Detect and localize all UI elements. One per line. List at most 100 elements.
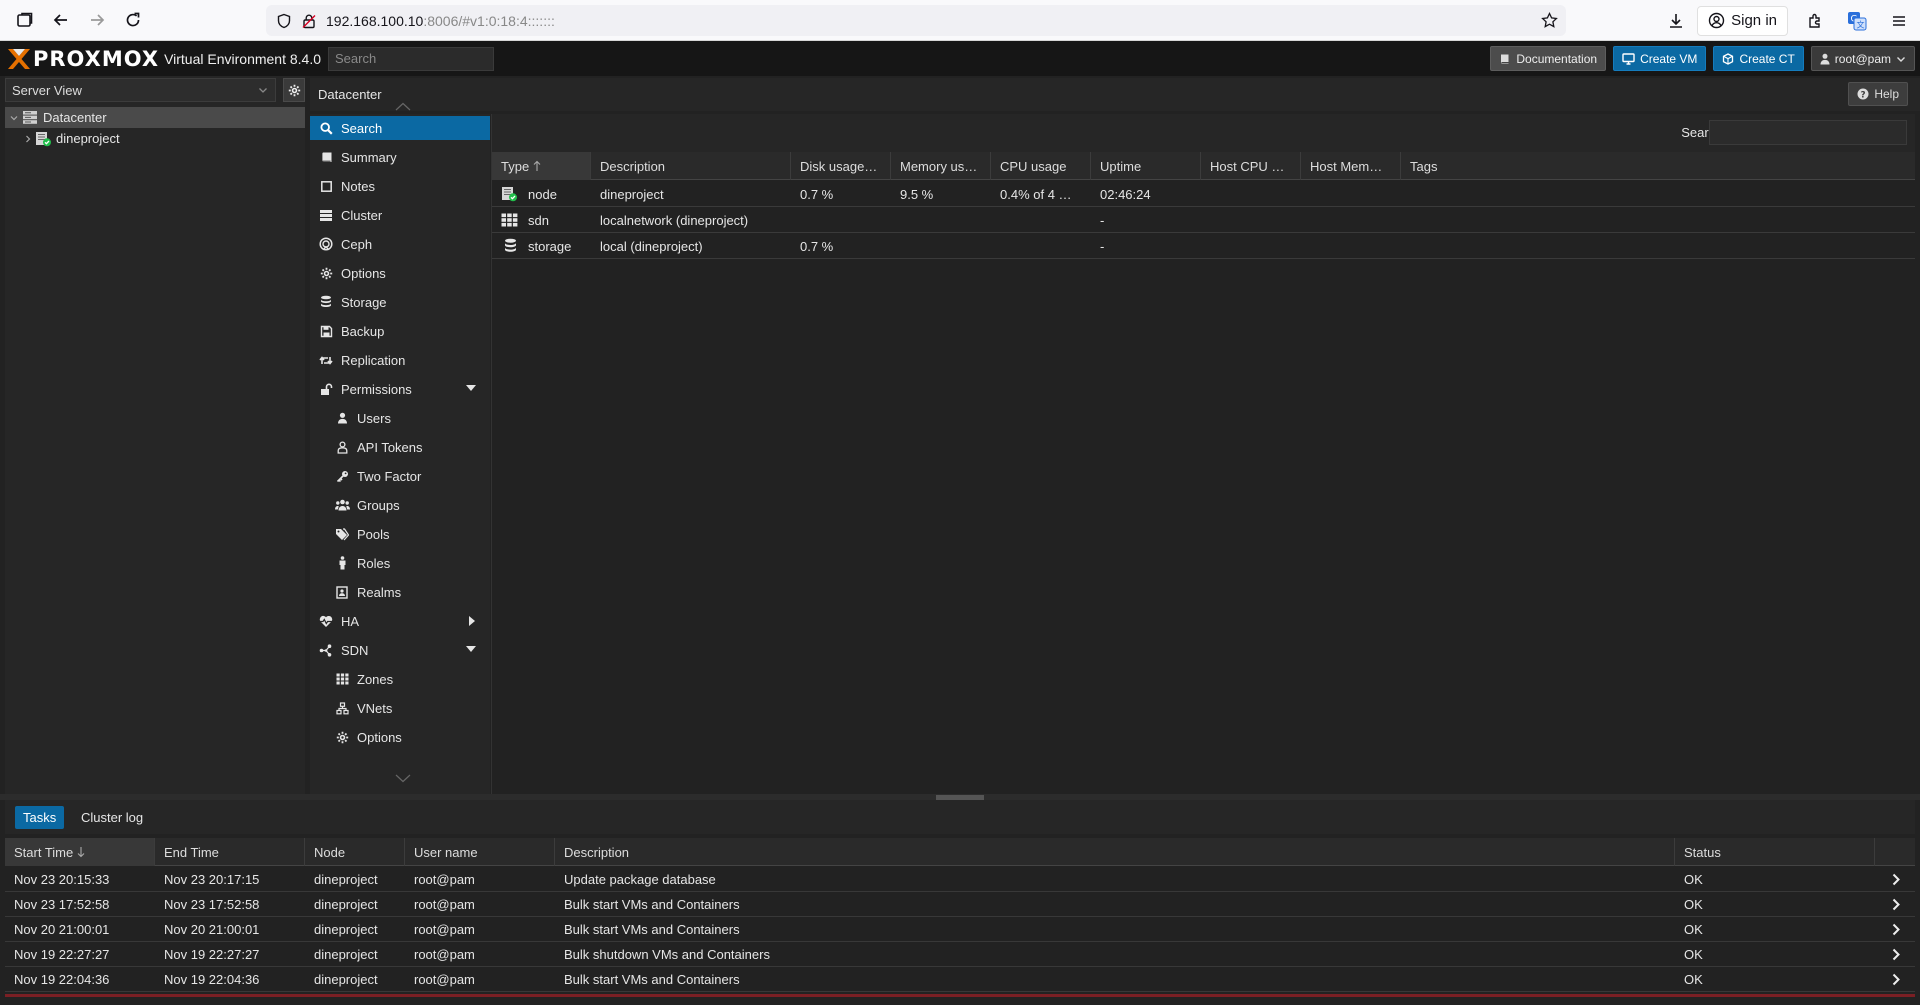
grid-row[interactable]: sdn localnetwork (dineproject) - bbox=[492, 207, 1915, 233]
column-header-host-memory[interactable]: Host Mem… bbox=[1301, 152, 1401, 180]
column-header-node[interactable]: Node bbox=[305, 838, 405, 866]
view-selector[interactable]: Server View bbox=[5, 78, 276, 102]
column-header-cpu-usage[interactable]: CPU usage bbox=[991, 152, 1091, 180]
menu-item-search[interactable]: Search bbox=[310, 116, 490, 140]
pve-header: PROXMOX Virtual Environment 8.4.0 Docume… bbox=[0, 41, 1920, 76]
grid-row[interactable]: storage local (dineproject) 0.7 % - bbox=[492, 233, 1915, 259]
menu-item-replication[interactable]: Replication bbox=[310, 348, 490, 372]
task-row[interactable]: Nov 23 17:52:58 Nov 23 17:52:58 dineproj… bbox=[5, 892, 1915, 917]
chevron-right-icon[interactable] bbox=[1892, 873, 1901, 886]
task-status: OK bbox=[1684, 872, 1703, 887]
chevron-right-icon[interactable] bbox=[1892, 898, 1901, 911]
menu-item-roles[interactable]: Roles bbox=[310, 551, 490, 575]
caret-down-icon[interactable] bbox=[466, 385, 476, 392]
column-header-start-time[interactable]: Start Time bbox=[5, 838, 155, 866]
column-label: Node bbox=[314, 844, 346, 860]
menu-item-ceph[interactable]: Ceph bbox=[310, 232, 490, 256]
documentation-button[interactable]: Documentation bbox=[1490, 46, 1607, 71]
column-header-user-name[interactable]: User name bbox=[405, 838, 555, 866]
user-menu-button[interactable]: root@pam bbox=[1810, 46, 1915, 71]
menu-item-api-tokens[interactable]: API Tokens bbox=[310, 435, 490, 459]
menu-item-groups[interactable]: Groups bbox=[310, 493, 490, 517]
task-row[interactable]: Nov 20 21:00:01 Nov 20 21:00:01 dineproj… bbox=[5, 917, 1915, 942]
shield-icon[interactable] bbox=[276, 13, 292, 29]
column-header-uptime[interactable]: Uptime bbox=[1091, 152, 1201, 180]
sign-in-button[interactable]: Sign in bbox=[1697, 5, 1788, 36]
database-icon bbox=[318, 294, 334, 310]
bookmark-star-icon[interactable] bbox=[1541, 12, 1558, 29]
downloads-icon[interactable] bbox=[1661, 6, 1691, 36]
column-label: Description bbox=[600, 158, 666, 174]
menu-icon[interactable] bbox=[1884, 6, 1914, 36]
grid-row[interactable]: node dineproject 0.7 % 9.5 % 0.4% of 4 …… bbox=[492, 181, 1915, 207]
create-ct-button[interactable]: Create CT bbox=[1713, 46, 1804, 71]
menu-item-label: Options bbox=[341, 265, 386, 281]
help-button[interactable]: ? Help bbox=[1848, 82, 1908, 106]
chevron-down-icon[interactable] bbox=[257, 84, 269, 96]
column-header-memory-usage[interactable]: Memory us… bbox=[891, 152, 991, 180]
sort-descending-icon bbox=[77, 846, 85, 858]
menu-item-realms[interactable]: Realms bbox=[310, 580, 490, 604]
lock-icon[interactable] bbox=[301, 13, 317, 29]
chevron-right-icon[interactable] bbox=[1892, 923, 1901, 936]
menu-item-ha[interactable]: HA bbox=[310, 609, 490, 633]
menu-item-two-factor[interactable]: Two Factor bbox=[310, 464, 490, 488]
ceph-icon bbox=[318, 236, 334, 252]
menu-item-permissions[interactable]: Permissions bbox=[310, 377, 490, 401]
task-row[interactable]: Nov 23 20:15:33 Nov 23 20:17:15 dineproj… bbox=[5, 867, 1915, 892]
task-user: root@pam bbox=[414, 897, 475, 912]
back-icon[interactable] bbox=[46, 5, 76, 35]
tab-tasks[interactable]: Tasks bbox=[15, 806, 65, 829]
menu-item-storage[interactable]: Storage bbox=[310, 290, 490, 314]
grid-search-input[interactable] bbox=[1709, 120, 1907, 145]
menu-item-sdn[interactable]: SDN bbox=[310, 638, 490, 662]
column-header-description[interactable]: Description bbox=[591, 152, 791, 180]
task-user: root@pam bbox=[414, 972, 475, 987]
global-search-input[interactable] bbox=[328, 46, 495, 71]
task-row[interactable]: Nov 19 22:27:27 Nov 19 22:27:27 dineproj… bbox=[5, 942, 1915, 967]
proxmox-logo: PROXMOX bbox=[7, 41, 159, 76]
column-header-description[interactable]: Description bbox=[555, 838, 1675, 866]
datacenter-icon bbox=[22, 110, 38, 125]
create-vm-button[interactable]: Create VM bbox=[1613, 46, 1707, 71]
task-row[interactable]: Nov 19 22:04:36 Nov 19 22:04:36 dineproj… bbox=[5, 967, 1915, 992]
menu-item-vnets[interactable]: VNets bbox=[310, 696, 490, 720]
menu-item-options[interactable]: Options bbox=[310, 261, 490, 285]
tab-cluster-log[interactable]: Cluster log bbox=[73, 806, 151, 829]
caret-down-icon[interactable] bbox=[466, 646, 476, 653]
caret-right-icon[interactable] bbox=[469, 616, 476, 626]
column-header-status[interactable]: Status bbox=[1675, 838, 1875, 866]
column-header-disk-usage[interactable]: Disk usage… bbox=[791, 152, 891, 180]
menu-item-sdn-options[interactable]: Options bbox=[310, 725, 490, 749]
resource-tree-panel: Server View Datacenter dineproject bbox=[5, 76, 305, 794]
menu-scroll-down-icon[interactable] bbox=[395, 774, 411, 783]
chevron-right-icon[interactable] bbox=[1892, 973, 1901, 986]
chevron-right-icon[interactable] bbox=[1892, 948, 1901, 961]
column-header-end-time[interactable]: End Time bbox=[155, 838, 305, 866]
extensions-icon[interactable] bbox=[1800, 6, 1830, 36]
menu-item-label: Ceph bbox=[341, 236, 373, 252]
tree-node-dineproject[interactable]: dineproject bbox=[5, 128, 305, 149]
menu-item-cluster[interactable]: Cluster bbox=[310, 203, 490, 227]
menu-item-backup[interactable]: Backup bbox=[310, 319, 490, 343]
reload-icon[interactable] bbox=[118, 5, 148, 35]
forward-icon[interactable] bbox=[82, 5, 112, 35]
row-memory: 9.5 % bbox=[900, 186, 934, 202]
column-header-host-cpu[interactable]: Host CPU … bbox=[1201, 152, 1301, 180]
menu-item-notes[interactable]: Notes bbox=[310, 174, 490, 198]
sdn-icon bbox=[318, 642, 334, 658]
menu-scroll-up-icon[interactable] bbox=[395, 102, 411, 111]
tab-list-icon[interactable] bbox=[10, 5, 40, 35]
tree-node-datacenter[interactable]: Datacenter bbox=[5, 107, 305, 128]
address-bar[interactable]: 192.168.100.10:8006/#v1:0:18:4::::::: bbox=[266, 5, 1566, 36]
column-header-type[interactable]: Type bbox=[492, 152, 591, 180]
menu-item-users[interactable]: Users bbox=[310, 406, 490, 430]
collapse-arrow-icon[interactable] bbox=[9, 113, 19, 123]
menu-item-zones[interactable]: Zones bbox=[310, 667, 490, 691]
column-header-tags[interactable]: Tags bbox=[1401, 152, 1915, 180]
tree-settings-button[interactable] bbox=[283, 78, 305, 102]
expand-arrow-icon[interactable] bbox=[23, 134, 33, 144]
menu-item-summary[interactable]: Summary bbox=[310, 145, 490, 169]
translate-icon[interactable]: G文 bbox=[1842, 6, 1872, 36]
menu-item-pools[interactable]: Pools bbox=[310, 522, 490, 546]
